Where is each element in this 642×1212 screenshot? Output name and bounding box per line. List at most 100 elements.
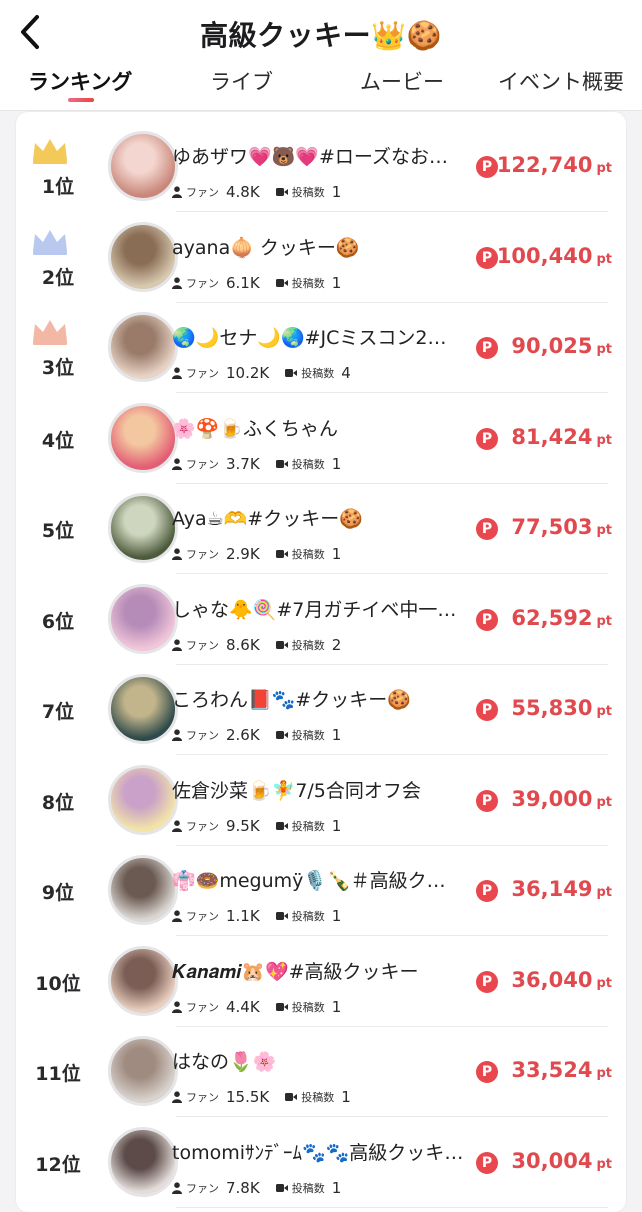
points-unit: pt [596,885,612,900]
posts-count: 1 [341,1088,351,1106]
posts-label: 投稿数 [291,1000,325,1014]
ranking-row[interactable]: 6位 しゃな🐥🍭#7月ガチイベ中一… ファン 8.6K 投稿数 2 P 62,592 pt [16,575,626,665]
avatar[interactable] [108,131,178,201]
person-icon [172,1091,182,1103]
fans-count: 15.5K [226,1088,270,1106]
points-number: 90,025 [511,334,593,358]
fans-label: ファン [186,729,219,742]
point-icon: P [476,427,498,450]
avatar[interactable] [108,493,178,563]
posts-label: 投稿数 [301,367,335,380]
ranking-row[interactable]: 1位 ゆあザワ💗🐻💗#ローズなお… ファン 4.8K 投稿数 1 P 122,740 pt [16,122,626,212]
avatar[interactable] [108,221,178,292]
rank-label: 1位 [41,176,75,198]
points-value: 30,004 pt [511,1149,612,1173]
user-name: Aya☕🫶#クッキー🍪 [172,508,363,530]
posts-label: 投稿数 [291,819,325,833]
rank-label: 4位 [41,429,75,452]
points-unit: pt [596,975,612,991]
avatar[interactable] [108,402,178,473]
ranking-row[interactable]: 4位 🌸🍄🍺ふくちゃんファン 3.7K 投稿数 1 P 81,424 pt [16,394,626,484]
point-icon: P [476,880,498,902]
avatar[interactable] [108,764,178,835]
video-icon [275,550,288,558]
points-unit: pt [596,251,612,267]
avatar[interactable] [108,945,178,1016]
points-value: 100,440 pt [497,244,612,268]
point-icon: P [476,337,498,359]
avatar[interactable] [108,583,178,654]
ranking-row[interactable]: 3位 🌏🌙セナ🌙🌏#JCミスコン2… ファン 10.2K 投稿数 4 P 90,025 pt [16,303,626,393]
avatar[interactable] [108,674,178,744]
ranking-row[interactable]: 7位 ころわん📕🐾#クッキー🍪 ファン 2.6K 投稿数 1 P 55,830 pt [16,665,626,755]
video-icon [275,188,288,196]
rank-label: 10位 [35,972,81,995]
points-value: 81,424 pt [511,425,612,449]
avatar[interactable] [108,855,178,925]
posts-count: 1 [331,273,342,292]
point-icon: P [476,156,498,178]
point-icon: P [476,518,498,540]
points-unit: pt [596,432,612,448]
active-tab-indicator [68,98,94,102]
rank-label: 6位 [41,610,75,633]
points-number: 30,004 [511,1148,593,1173]
points-unit: pt [596,794,612,810]
video-icon [275,1183,288,1192]
ranking-row[interactable]: 12位 tomomiｻﾝﾃﾞｰﾑ🐾🐾高級クッキー🍪 ファン 7.8K 投稿数 1 P 30,0… [16,1118,626,1208]
tab-movie[interactable]: ムービー [360,66,444,96]
user-stats: ファン 1.1K 投稿数 1 [172,907,357,925]
points-number: 39,000 [511,786,593,811]
ranking-row[interactable]: 8位 佐倉沙菜🍺🧚7/5合同オフ会 ファン 9.5K 投稿数 1 P 39,000 pt [16,756,626,846]
tab-ranking[interactable]: ランキング [28,66,132,96]
points-value: 36,149 pt [511,877,612,901]
points-value: 62,592 pt [511,606,612,630]
posts-label: 投稿数 [291,910,325,923]
rank-label: 8位 [41,791,75,814]
tab-live[interactable]: ライブ [210,66,273,96]
tab-event-overview[interactable]: イベント概要 [498,66,624,96]
points-unit: pt [596,523,612,538]
user-stats: ファン 3.7K 投稿数 1 [172,455,357,473]
posts-count: 1 [331,726,342,744]
video-icon [275,1002,288,1011]
fans-label: ファン [186,638,219,652]
ranking-row[interactable]: 2位 ayana🧅 クッキー🍪 ファン 6.1K 投稿数 1 P 100,440 pt [16,213,626,303]
person-icon [172,186,182,198]
avatar[interactable] [108,312,178,382]
user-name: はなの🌷🌸 [172,1051,277,1073]
user-name: 🌸🍄🍺ふくちゃん [172,417,338,440]
user-name: 👘🍩megumÿ🎙️🍾＃高級ク… [172,870,446,892]
fans-count: 4.8K [226,183,260,201]
video-icon [275,731,288,739]
avatar[interactable] [108,1126,178,1197]
points-unit: pt [596,161,612,176]
posts-count: 1 [331,1178,342,1197]
user-name: ころわん📕🐾#クッキー🍪 [172,689,411,711]
avatar[interactable] [108,1036,178,1106]
fans-label: ファン [186,367,219,380]
ranking-list: 1位 ゆあザワ💗🐻💗#ローズなお… ファン 4.8K 投稿数 1 P 122,740 pt 2位 a… [16,112,626,1212]
posts-count: 1 [331,997,342,1016]
point-icon: P [476,970,498,993]
ranking-row[interactable]: 11位 はなの🌷🌸 ファン 15.5K 投稿数 1 P 33,524 pt [16,1027,626,1117]
user-name: 𝑲𝒂𝒏𝒂𝒎𝒊🐹💖#高級クッキー [172,960,419,983]
ranking-row[interactable]: 10位 𝑲𝒂𝒏𝒂𝒎𝒊🐹💖#高級クッキー ファン 4.4K 投稿数 1 P 36,040 pt [16,937,626,1027]
fans-label: ファン [186,1181,219,1195]
ranking-row[interactable]: 5位 Aya☕🫶#クッキー🍪 ファン 2.9K 投稿数 1 P 77,503 pt [16,484,626,574]
tab-bar: ランキング ライブ ムービー イベント概要 [0,64,642,104]
points-number: 36,040 [511,967,593,992]
user-stats: ファン 9.5K 投稿数 1 [172,817,357,835]
fans-count: 2.6K [226,726,260,744]
video-icon [285,1093,298,1101]
posts-count: 1 [331,183,342,201]
person-icon [172,548,182,560]
fans-label: ファン [186,276,219,290]
fans-count: 4.4K [226,997,260,1016]
fans-count: 6.1K [226,273,260,292]
rank-label: 3位 [41,357,75,379]
points-unit: pt [596,613,612,629]
user-stats: ファン 2.6K 投稿数 1 [172,726,357,744]
fans-label: ファン [186,548,219,561]
ranking-row[interactable]: 9位 👘🍩megumÿ🎙️🍾＃高級ク… ファン 1.1K 投稿数 1 P 36,149 pt [16,846,626,936]
